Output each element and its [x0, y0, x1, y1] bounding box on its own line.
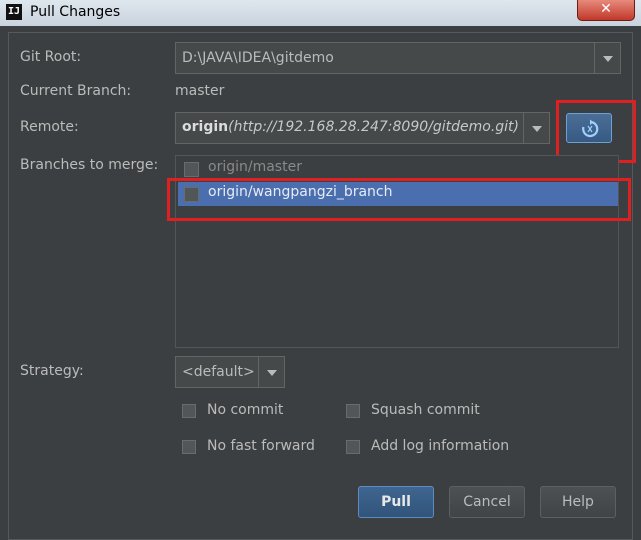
help-button[interactable]: Help — [540, 486, 616, 518]
pull-changes-dialog: IJ Pull Changes ✕ Git Root: D:\JAVA\IDEA… — [0, 0, 641, 540]
strategy-value: <default> — [182, 364, 255, 380]
branch-highlight-box — [167, 178, 631, 221]
no-fast-forward-option[interactable]: No fast forward — [182, 438, 332, 456]
git-root-label: Git Root: — [20, 49, 82, 65]
current-branch-label: Current Branch: — [20, 83, 132, 99]
squash-commit-option[interactable]: Squash commit — [346, 402, 506, 420]
no-commit-option[interactable]: No commit — [182, 402, 312, 420]
add-log-information-checkbox[interactable] — [346, 440, 360, 454]
no-commit-checkbox[interactable] — [182, 404, 196, 418]
branch-item-label: origin/master — [208, 159, 302, 175]
window-title: Pull Changes — [30, 4, 121, 20]
title-bar[interactable]: IJ Pull Changes ✕ — [0, 0, 641, 26]
squash-commit-label: Squash commit — [371, 402, 480, 418]
no-fast-forward-label: No fast forward — [207, 438, 315, 454]
branches-to-merge-label: Branches to merge: — [20, 157, 159, 173]
remote-url: (http://192.168.28.247:8090/gitdemo.git) — [228, 119, 519, 135]
git-root-dropdown-arrow[interactable] — [594, 43, 620, 73]
remote-label: Remote: — [20, 119, 79, 135]
remote-dropdown[interactable]: origin(http://192.168.28.247:8090/gitdem… — [175, 112, 550, 144]
branch-checkbox[interactable] — [184, 162, 199, 177]
strategy-dropdown[interactable]: <default> — [175, 356, 285, 388]
pull-button[interactable]: Pull — [358, 486, 434, 518]
no-fast-forward-checkbox[interactable] — [182, 440, 196, 454]
cancel-button[interactable]: Cancel — [449, 486, 525, 518]
squash-commit-checkbox[interactable] — [346, 404, 360, 418]
chevron-down-icon — [532, 126, 542, 132]
git-root-value: D:\JAVA\IDEA\gitdemo — [182, 50, 334, 66]
remote-dropdown-arrow[interactable] — [523, 113, 549, 143]
no-commit-label: No commit — [207, 402, 284, 418]
chevron-down-icon — [267, 370, 277, 376]
current-branch-value: master — [175, 83, 225, 99]
close-button[interactable]: ✕ — [577, 0, 635, 21]
chevron-down-icon — [603, 56, 613, 62]
git-root-dropdown[interactable]: D:\JAVA\IDEA\gitdemo — [175, 42, 621, 74]
remote-name: origin — [182, 119, 229, 135]
strategy-dropdown-arrow[interactable] — [258, 357, 284, 387]
strategy-label: Strategy: — [20, 363, 84, 379]
intellij-icon: IJ — [6, 4, 22, 20]
add-log-information-label: Add log information — [371, 438, 510, 454]
close-icon: ✕ — [600, 1, 612, 17]
refresh-highlight-box — [556, 100, 636, 163]
add-log-information-option[interactable]: Add log information — [346, 438, 536, 456]
remote-value: origin(http://192.168.28.247:8090/gitdem… — [182, 119, 524, 135]
